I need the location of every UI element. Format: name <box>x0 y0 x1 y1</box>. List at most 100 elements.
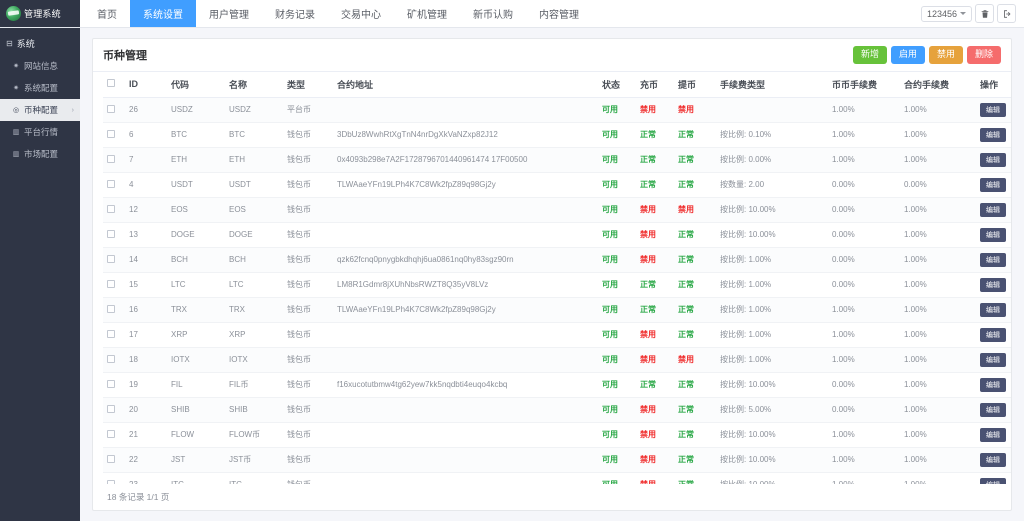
edit-button[interactable]: 编辑 <box>980 453 1006 467</box>
edit-button[interactable]: 编辑 <box>980 328 1006 342</box>
table-row: 21FLOWFLOW币钱包币可用禁用正常按比例: 10.00%1.00%1.00… <box>103 422 1011 447</box>
edit-button[interactable]: 编辑 <box>980 203 1006 217</box>
logout-icon-button[interactable] <box>997 4 1016 23</box>
row-coin-fee: 1.00% <box>828 97 900 122</box>
delete-button[interactable]: 删除 <box>967 46 1001 64</box>
edit-button[interactable]: 编辑 <box>980 303 1006 317</box>
brand-title: 管理系统 <box>24 7 61 20</box>
row-id: 22 <box>125 447 167 472</box>
row-checkbox[interactable] <box>107 430 115 438</box>
table-row: 20SHIBSHIB钱包币可用禁用正常按比例: 5.00%0.00%1.00%编… <box>103 397 1011 422</box>
edit-button[interactable]: 编辑 <box>980 103 1006 117</box>
row-checkbox[interactable] <box>107 180 115 188</box>
row-contract-address <box>333 397 598 422</box>
sidebar-item-1[interactable]: ✷系统配置 <box>0 77 80 99</box>
edit-button[interactable]: 编辑 <box>980 128 1006 142</box>
row-checkbox[interactable] <box>107 230 115 238</box>
trash-icon <box>980 9 990 19</box>
row-select-cell <box>103 197 125 222</box>
enable-button[interactable]: 启用 <box>891 46 925 64</box>
row-checkbox[interactable] <box>107 330 115 338</box>
row-id: 20 <box>125 397 167 422</box>
row-coin-fee: 1.00% <box>828 122 900 147</box>
nav-item-3[interactable]: 财务记录 <box>262 0 328 27</box>
nav-item-0[interactable]: 首页 <box>84 0 130 27</box>
nav-item-2[interactable]: 用户管理 <box>196 0 262 27</box>
row-coin-fee: 1.00% <box>828 347 900 372</box>
row-checkbox[interactable] <box>107 355 115 363</box>
edit-button[interactable]: 编辑 <box>980 428 1006 442</box>
row-checkbox[interactable] <box>107 205 115 213</box>
row-fee-type <box>716 97 828 122</box>
row-status: 可用 <box>598 247 636 272</box>
nav-item-1[interactable]: 系统设置 <box>130 0 196 27</box>
row-type: 钱包币 <box>283 422 333 447</box>
sidebar-item-3[interactable]: ▥平台行情 <box>0 121 80 143</box>
row-checkbox[interactable] <box>107 405 115 413</box>
row-fee-type: 按比例: 1.00% <box>716 247 828 272</box>
add-button[interactable]: 新增 <box>853 46 887 64</box>
row-type: 钱包币 <box>283 172 333 197</box>
row-operations: 编辑 <box>976 97 1011 122</box>
row-fee-type: 按比例: 10.00% <box>716 447 828 472</box>
table-header-row: ID代码名称类型合约地址状态充币提币手续费类型币币手续费合约手续费操作 <box>103 72 1011 98</box>
brand-logo-area[interactable]: 管理系统 <box>0 0 80 27</box>
nav-item-7[interactable]: 内容管理 <box>526 0 592 27</box>
row-status: 可用 <box>598 347 636 372</box>
trash-icon-button[interactable] <box>975 4 994 23</box>
nav-item-5[interactable]: 矿机管理 <box>394 0 460 27</box>
row-select-cell <box>103 172 125 197</box>
row-status: 可用 <box>598 297 636 322</box>
edit-button[interactable]: 编辑 <box>980 278 1006 292</box>
edit-button[interactable]: 编辑 <box>980 178 1006 192</box>
column-header-11: 合约手续费 <box>900 72 976 98</box>
table-row: 18IOTXIOTX钱包币可用禁用禁用按比例: 1.00%1.00%1.00%编… <box>103 347 1011 372</box>
table-row: 15LTCLTC钱包币LM8R1Gdmr8jXUhNbsRWZT8Q35yV8L… <box>103 272 1011 297</box>
row-withdraw: 正常 <box>674 372 716 397</box>
row-type: 钱包币 <box>283 272 333 297</box>
row-id: 13 <box>125 222 167 247</box>
edit-button[interactable]: 编辑 <box>980 253 1006 267</box>
row-code: TRX <box>167 297 225 322</box>
user-menu[interactable]: 123456 <box>921 6 972 22</box>
select-all-checkbox[interactable] <box>107 79 115 87</box>
row-withdraw: 正常 <box>674 297 716 322</box>
row-contract-fee: 1.00% <box>900 372 976 397</box>
main-content: 币种管理 新增启用禁用删除 ID代码名称类型合约地址状态充币提币手续费类型币币手… <box>80 28 1024 521</box>
edit-button[interactable]: 编辑 <box>980 403 1006 417</box>
edit-button[interactable]: 编辑 <box>980 228 1006 242</box>
chart-icon: ▥ <box>12 150 20 158</box>
sidebar-item-2[interactable]: ◎币种配置› <box>0 99 80 121</box>
row-type: 钱包币 <box>283 347 333 372</box>
row-type: 钱包币 <box>283 322 333 347</box>
edit-button[interactable]: 编辑 <box>980 353 1006 367</box>
table-row: 17XRPXRP钱包币可用禁用正常按比例: 1.00%1.00%1.00%编辑 <box>103 322 1011 347</box>
row-checkbox[interactable] <box>107 455 115 463</box>
row-checkbox[interactable] <box>107 380 115 388</box>
row-coin-fee: 0.00% <box>828 172 900 197</box>
edit-button[interactable]: 编辑 <box>980 378 1006 392</box>
disable-button[interactable]: 禁用 <box>929 46 963 64</box>
sidebar-item-label: 平台行情 <box>24 126 58 138</box>
row-coin-fee: 1.00% <box>828 447 900 472</box>
row-deposit: 禁用 <box>636 397 674 422</box>
row-checkbox[interactable] <box>107 155 115 163</box>
edit-button[interactable]: 编辑 <box>980 153 1006 167</box>
row-checkbox[interactable] <box>107 255 115 263</box>
sidebar-group-system[interactable]: ⊟ 系统 <box>0 32 80 55</box>
row-checkbox[interactable] <box>107 305 115 313</box>
row-checkbox[interactable] <box>107 105 115 113</box>
row-checkbox[interactable] <box>107 130 115 138</box>
row-checkbox[interactable] <box>107 280 115 288</box>
column-header-2: 代码 <box>167 72 225 98</box>
row-contract-fee: 1.00% <box>900 297 976 322</box>
row-coin-fee: 0.00% <box>828 272 900 297</box>
sidebar-item-4[interactable]: ▥市场配置 <box>0 143 80 165</box>
row-operations: 编辑 <box>976 247 1011 272</box>
row-contract-address: LM8R1Gdmr8jXUhNbsRWZT8Q35yV8LVz <box>333 272 598 297</box>
nav-item-4[interactable]: 交易中心 <box>328 0 394 27</box>
sidebar-group-label: 系统 <box>17 37 35 50</box>
sidebar-item-0[interactable]: ✷网站信息 <box>0 55 80 77</box>
row-contract-address <box>333 472 598 484</box>
nav-item-6[interactable]: 新币认购 <box>460 0 526 27</box>
